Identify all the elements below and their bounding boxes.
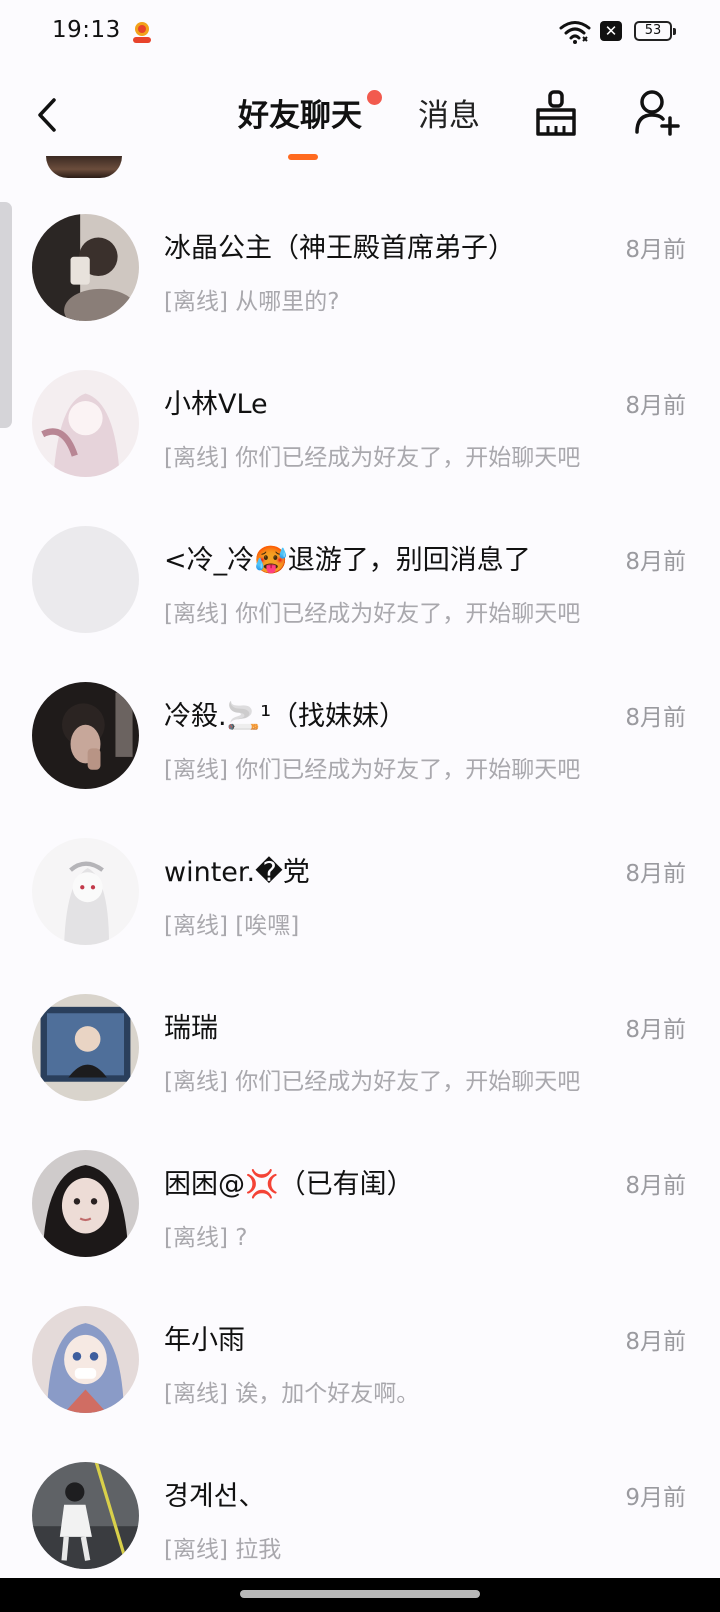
add-friend-button[interactable]: [634, 88, 680, 138]
chat-time: 9月前: [625, 1485, 686, 1511]
chat-name: 경계선、: [164, 1481, 266, 1512]
chat-time: 8月前: [625, 549, 686, 575]
avatar: [32, 838, 139, 945]
chat-name: 小林VLe: [164, 389, 268, 420]
chat-preview: [离线] 从哪里的?: [164, 289, 340, 315]
home-indicator[interactable]: [240, 1590, 480, 1598]
chat-name: 瑞瑞: [164, 1013, 218, 1044]
chat-preview: [离线] 你们已经成为好友了，开始聊天吧: [164, 757, 581, 783]
chat-list-item[interactable]: 小林VLe 8月前 [离线] 你们已经成为好友了，开始聊天吧: [0, 314, 720, 477]
chat-time: 8月前: [625, 1173, 686, 1199]
chat-preview: [离线] 你们已经成为好友了，开始聊天吧: [164, 601, 581, 627]
chat-list-item[interactable]: 困困@💢（已有闺） 8月前 [离线] ?: [0, 1094, 720, 1257]
add-user-icon: [635, 90, 680, 136]
chat-time: 8月前: [625, 861, 686, 887]
chat-list-item[interactable]: 冷殺.🚬¹（找妹妹） 8月前 [离线] 你们已经成为好友了，开始聊天吧: [0, 626, 720, 789]
avatar: [32, 1150, 139, 1257]
chat-preview: [离线] 你们已经成为好友了，开始聊天吧: [164, 445, 581, 471]
chat-list-item[interactable]: winter.�党 8月前 [离线] [唉嘿]: [0, 782, 720, 945]
chat-list-item[interactable]: 年小雨 8月前 [离线] 诶，加个好友啊。: [0, 1250, 720, 1413]
chat-preview: [离线] 你们已经成为好友了，开始聊天吧: [164, 1069, 581, 1095]
chevron-left-icon: [38, 98, 56, 132]
avatar: [32, 1462, 139, 1569]
avatar: [32, 994, 139, 1101]
unread-dot: [367, 90, 382, 105]
chat-name: <冷_冷🥵退游了，别回消息了: [164, 545, 531, 576]
chat-time: 8月前: [625, 393, 686, 419]
avatar: [32, 526, 139, 633]
back-button[interactable]: [30, 92, 70, 138]
chat-name: 困困@💢（已有闺）: [164, 1169, 414, 1200]
chat-name: 年小雨: [164, 1325, 245, 1356]
chat-preview: [离线] [唉嘿]: [164, 913, 300, 939]
chat-preview: [离线] 拉我: [164, 1537, 282, 1563]
wifi-icon: [559, 19, 591, 45]
chat-list-item[interactable]: 冰晶公主（神王殿首席弟子） 8月前 [离线] 从哪里的?: [0, 158, 720, 321]
chat-preview: [离线] ?: [164, 1225, 248, 1251]
tab-messages[interactable]: 消息: [418, 90, 480, 135]
chat-time: 8月前: [625, 1017, 686, 1043]
avatar: [32, 682, 139, 789]
avatar: [32, 1306, 139, 1413]
chat-time: 8月前: [625, 237, 686, 263]
system-navigation-bar: [0, 1578, 720, 1612]
battery-icon: 53: [634, 21, 676, 41]
chat-name: 冰晶公主（神王殿首席弟子）: [164, 233, 515, 264]
avatar: [32, 370, 139, 477]
chat-name: 冷殺.🚬¹（找妹妹）: [164, 701, 407, 732]
tab-friend-chat[interactable]: 好友聊天: [238, 90, 362, 135]
sim-off-icon: ✕: [600, 21, 622, 41]
broom-icon: [536, 90, 576, 136]
chat-list-item[interactable]: <冷_冷🥵退游了，别回消息了 8月前 [离线] 你们已经成为好友了，开始聊天吧: [0, 470, 720, 633]
chat-name: winter.�党: [164, 857, 310, 888]
clean-button[interactable]: [532, 88, 580, 140]
chat-time: 8月前: [625, 705, 686, 731]
chat-preview: [离线] 诶，加个好友啊。: [164, 1381, 420, 1407]
status-bar: 19:13 ✕ 53: [0, 0, 720, 66]
top-nav-bar: 好友聊天 消息: [0, 66, 720, 166]
chat-time: 8月前: [625, 1329, 686, 1355]
chat-list-item[interactable]: 경계선、 9月前 [离线] 拉我: [0, 1406, 720, 1569]
avatar: [32, 214, 139, 321]
app-notification-icon: [131, 20, 153, 44]
chat-list-item[interactable]: 瑞瑞 8月前 [离线] 你们已经成为好友了，开始聊天吧: [0, 938, 720, 1101]
status-time: 19:13: [52, 17, 121, 43]
